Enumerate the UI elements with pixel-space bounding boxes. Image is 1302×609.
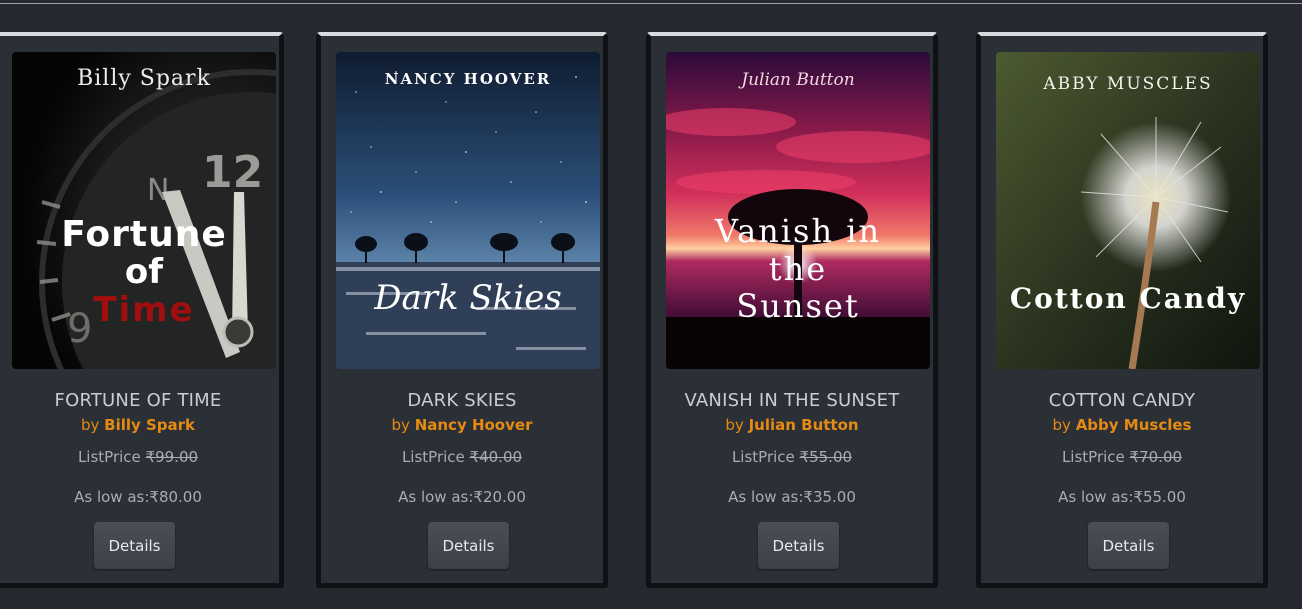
book-byline: by Abby Muscles — [981, 416, 1263, 434]
list-price-label: ListPrice — [401, 448, 465, 466]
cover-title-line-2: the — [768, 250, 828, 288]
cover-title-line-1: Cotton Candy — [1009, 282, 1247, 315]
list-price-label: ListPrice — [1061, 448, 1125, 466]
cover-title-line-1: Fortune — [61, 214, 227, 255]
book-byline: by Julian Button — [651, 416, 933, 434]
list-price: ListPrice ₹70.00 — [981, 448, 1263, 466]
book-card: ABBY MUSCLES Cotton Candy COTTON CANDY b… — [976, 32, 1268, 588]
as-low-as-price: As low as:₹35.00 — [728, 488, 856, 506]
book-title: FORTUNE OF TIME — [54, 390, 222, 411]
list-price-label: ListPrice — [77, 448, 141, 466]
by-prefix: by — [80, 416, 100, 434]
book-byline: by Billy Spark — [0, 416, 279, 434]
list-price-value: ₹40.00 — [469, 448, 523, 466]
details-button[interactable]: Details — [1088, 522, 1169, 569]
by-prefix: by — [1052, 416, 1071, 434]
book-title: VANISH IN THE SUNSET — [684, 390, 900, 411]
cover-title-line-1: Vanish in — [714, 212, 882, 250]
book-byline: by Nancy Hoover — [321, 416, 603, 434]
list-price: ListPrice ₹55.00 — [651, 448, 933, 466]
book-card: Julian Button Vanish in the Sunset VANIS… — [646, 32, 938, 588]
list-price-value: ₹55.00 — [799, 448, 853, 466]
cover-title-line-1: Dark Skies — [374, 278, 562, 318]
top-divider — [0, 3, 1302, 4]
book-cover-image[interactable]: 12 N 9 Billy Spark Fortune of Time — [12, 52, 276, 369]
svg-text:12: 12 — [202, 147, 263, 198]
details-button[interactable]: Details — [758, 522, 839, 569]
author-link[interactable]: Billy Spark — [104, 416, 195, 434]
cover-author-text: Billy Spark — [77, 66, 211, 91]
list-price-value: ₹70.00 — [1129, 448, 1183, 466]
list-price: ListPrice ₹99.00 — [0, 448, 279, 466]
author-link[interactable]: Abby Muscles — [1076, 416, 1192, 434]
cover-author-text: ABBY MUSCLES — [1043, 74, 1213, 94]
book-cover-image[interactable]: ABBY MUSCLES Cotton Candy — [996, 52, 1260, 369]
as-low-as-price: As low as:₹80.00 — [74, 488, 202, 506]
cover-title-line-2: of — [124, 252, 164, 292]
by-prefix: by — [391, 416, 410, 434]
book-cover-image[interactable]: NANCY HOOVER Dark Skies — [336, 52, 600, 369]
author-link[interactable]: Nancy Hoover — [415, 416, 533, 434]
cover-title-line-3: Sunset — [736, 287, 860, 325]
as-low-as-price: As low as:₹20.00 — [398, 488, 526, 506]
details-button[interactable]: Details — [428, 522, 509, 569]
book-title: COTTON CANDY — [1048, 390, 1196, 411]
cover-author-text: NANCY HOOVER — [384, 70, 552, 88]
details-button[interactable]: Details — [94, 522, 175, 569]
list-price-label: ListPrice — [731, 448, 795, 466]
cover-author-text: Julian Button — [741, 70, 855, 90]
as-low-as-price: As low as:₹55.00 — [1058, 488, 1186, 506]
svg-text:N: N — [147, 173, 169, 208]
book-card: 12 N 9 Billy Spark Fortune of Time FORTU… — [0, 32, 284, 588]
cover-title-line-3: Time — [93, 290, 195, 330]
book-card: NANCY HOOVER Dark Skies DARK SKIES by Na… — [316, 32, 608, 588]
list-price: ListPrice ₹40.00 — [321, 448, 603, 466]
night-sky-cover-art — [336, 52, 600, 369]
by-prefix: by — [725, 416, 744, 434]
list-price-value: ₹99.00 — [145, 448, 199, 466]
dandelion-cover-art — [996, 52, 1260, 369]
book-cover-image[interactable]: Julian Button Vanish in the Sunset — [666, 52, 930, 369]
author-link[interactable]: Julian Button — [749, 416, 859, 434]
book-title: DARK SKIES — [407, 390, 517, 411]
